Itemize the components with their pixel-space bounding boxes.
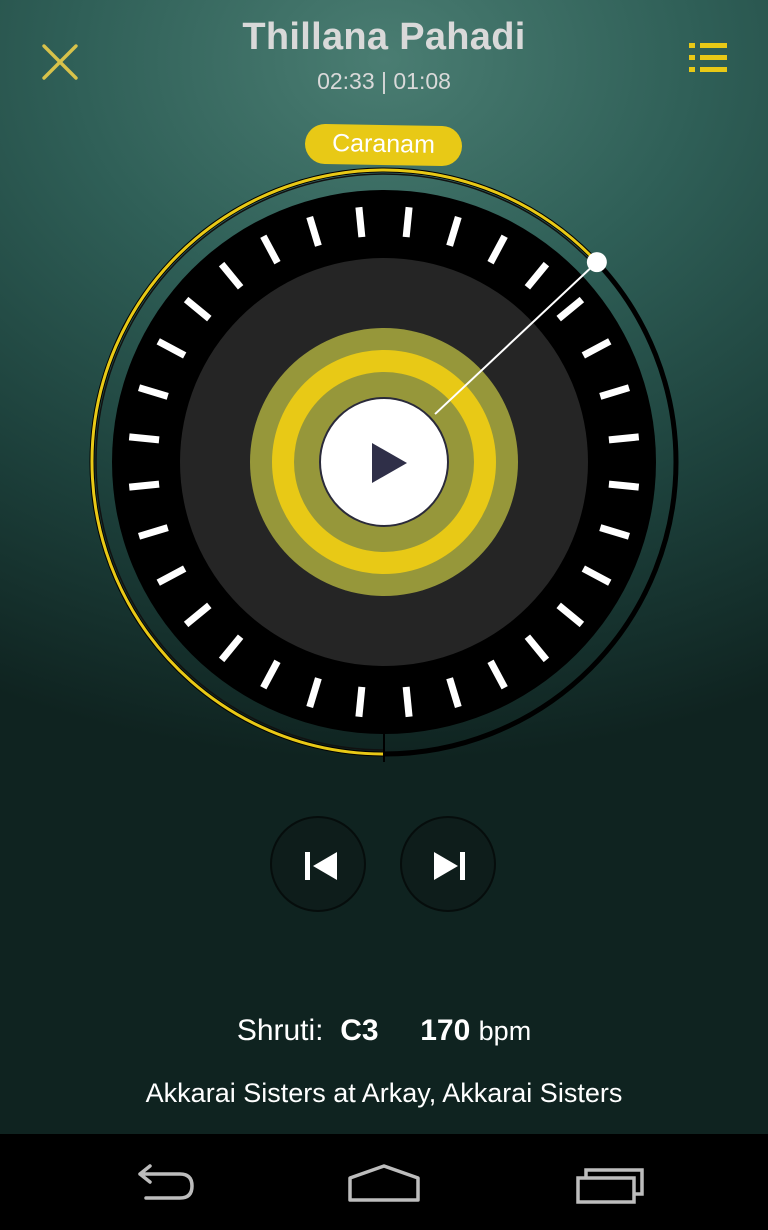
player-screen: Thillana Pahadi 02:33 | 01:08 Caranam Sh… <box>0 0 768 1134</box>
beat-tick <box>355 686 366 718</box>
artist-line: Akkarai Sisters at Arkay, Akkarai Sister… <box>145 1078 623 1108</box>
next-button[interactable] <box>400 816 496 912</box>
beat-tick <box>355 206 366 238</box>
tempo-unit: bpm <box>478 1016 532 1046</box>
tempo-value: 170 <box>420 1014 471 1047</box>
skip-next-icon <box>434 852 465 880</box>
previous-button[interactable] <box>270 816 366 912</box>
shruti-value: C3 <box>340 1014 379 1047</box>
beat-tick <box>608 433 640 444</box>
recents-button[interactable] <box>572 1154 652 1210</box>
play-button[interactable] <box>319 397 449 527</box>
beat-tick <box>608 480 640 491</box>
system-navbar <box>0 1134 768 1230</box>
section-badge: Caranam <box>304 123 463 167</box>
home-button[interactable] <box>344 1154 424 1210</box>
beat-tick <box>402 206 413 238</box>
beat-tick <box>402 686 413 718</box>
back-button[interactable] <box>120 1154 200 1210</box>
tala-dial[interactable] <box>0 0 768 800</box>
beat-tick <box>128 433 160 444</box>
skip-previous-icon <box>305 852 337 880</box>
shruti-tempo-line: Shruti: C3 170 bpm <box>0 1014 768 1048</box>
recents-icon <box>576 1168 644 1204</box>
home-icon <box>348 1164 420 1202</box>
beat-tick <box>128 480 160 491</box>
position-handle[interactable] <box>586 252 607 273</box>
back-icon <box>138 1164 194 1200</box>
shruti-label: Shruti: <box>236 1014 324 1047</box>
